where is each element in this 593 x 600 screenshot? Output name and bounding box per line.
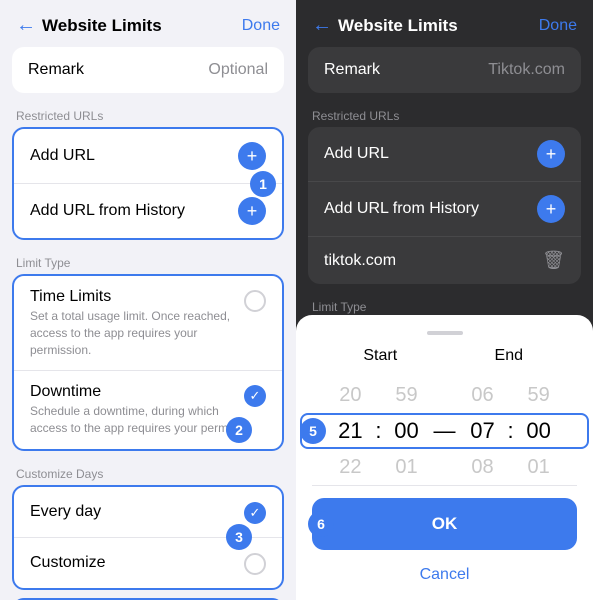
time-dash: —	[430, 413, 460, 449]
handle-bar	[427, 331, 463, 335]
right-add-url-row[interactable]: Add URL +	[308, 127, 581, 181]
start-hours-col[interactable]: 20 21 22	[327, 377, 373, 485]
left-limit-section: Time Limits Set a total usage limit. Onc…	[0, 274, 296, 451]
left-header-left: ← Website Limits	[16, 14, 162, 37]
left-time-limits-desc: Set a total usage limit. Once reached, a…	[30, 308, 244, 358]
right-remark-card: Remark Tiktok.com	[308, 47, 581, 93]
right-url-card: Add URL + Add URL from History + tiktok.…	[308, 127, 581, 284]
end-hours-below: 08	[460, 449, 506, 485]
ok-section: OK 6	[296, 498, 593, 550]
end-hours-col[interactable]: 06 07 08	[460, 377, 506, 485]
start-minutes-above: 59	[384, 377, 430, 413]
left-time-limits-title: Time Limits	[30, 288, 244, 306]
end-hours-above: 06	[460, 377, 506, 413]
time-picker-overlay: Start End 20 21 22 : 59 00 01 —	[296, 315, 593, 600]
left-done-button[interactable]: Done	[242, 17, 280, 35]
left-back-button[interactable]: ←	[16, 14, 36, 37]
right-panel: ← Website Limits Done Remark Tiktok.com …	[296, 0, 593, 600]
time-picker-header: Start End	[296, 347, 593, 377]
end-minutes-below: 01	[516, 449, 562, 485]
right-add-url-history-button[interactable]: +	[537, 195, 565, 223]
left-add-url-history-row[interactable]: Add URL from History +	[14, 183, 282, 238]
left-time-limits-header: Time Limits Set a total usage limit. Onc…	[30, 288, 266, 358]
start-hours-below: 22	[327, 449, 373, 485]
start-colon: :	[373, 413, 383, 449]
start-minutes-below: 01	[384, 449, 430, 485]
right-back-button[interactable]: ←	[312, 14, 332, 37]
left-header: ← Website Limits Done	[0, 0, 296, 47]
left-time-limits-row[interactable]: Time Limits Set a total usage limit. Onc…	[14, 276, 282, 370]
left-remark-row[interactable]: Remark Optional	[12, 47, 284, 93]
start-minutes-col[interactable]: 59 00 01	[384, 377, 430, 485]
end-minutes-above: 59	[516, 377, 562, 413]
left-add-url-text: Add URL	[30, 147, 95, 165]
left-remark-label: Remark	[28, 61, 84, 79]
left-every-day-check[interactable]: ✓	[244, 502, 266, 524]
left-add-url-button[interactable]: +	[238, 142, 266, 170]
end-colon: :	[506, 413, 516, 449]
left-days-section: Every day ✓ Customize 3	[0, 485, 296, 590]
left-panel: ← Website Limits Done Remark Optional Re…	[0, 0, 296, 600]
end-minutes-col[interactable]: 59 00 01	[516, 377, 562, 485]
left-add-url-history-text: Add URL from History	[30, 202, 185, 220]
left-time-limits-radio[interactable]	[244, 290, 266, 312]
step-badge-1: 1	[250, 171, 276, 197]
left-downtime-title: Downtime	[30, 383, 244, 401]
left-url-card: Add URL + Add URL from History +	[12, 127, 284, 240]
right-remark-label: Remark	[324, 61, 380, 79]
right-add-url-history-row[interactable]: Add URL from History +	[308, 181, 581, 236]
left-customize-text: Customize	[30, 554, 106, 572]
right-add-url-history-text: Add URL from History	[324, 200, 479, 218]
start-hours-above: 20	[327, 377, 373, 413]
left-customize-radio[interactable]	[244, 553, 266, 575]
time-picker-cols[interactable]: 20 21 22 : 59 00 01 — 06 07 08	[296, 377, 593, 485]
left-title: Website Limits	[42, 16, 162, 36]
start-hours-selected: 21	[327, 413, 373, 449]
left-add-url-history-button[interactable]: +	[238, 197, 266, 225]
right-tiktok-text: tiktok.com	[324, 252, 396, 270]
step-badge-5: 5	[300, 418, 326, 444]
right-title: Website Limits	[338, 16, 458, 36]
right-done-button[interactable]: Done	[539, 17, 577, 35]
right-remark-value: Tiktok.com	[488, 61, 565, 79]
left-time-limits-info: Time Limits Set a total usage limit. Onc…	[30, 288, 244, 358]
start-label: Start	[316, 347, 445, 365]
ok-button[interactable]: OK	[312, 498, 577, 550]
right-header: ← Website Limits Done	[296, 0, 593, 47]
left-remark-card: Remark Optional	[12, 47, 284, 93]
right-add-url-button[interactable]: +	[537, 140, 565, 168]
left-remark-value: Optional	[208, 61, 268, 79]
left-add-url-row[interactable]: Add URL +	[14, 129, 282, 183]
left-url-section: Add URL + Add URL from History + 1	[0, 127, 296, 240]
right-tiktok-row[interactable]: tiktok.com 🗑	[308, 236, 581, 284]
step-badge-2: 2	[226, 417, 252, 443]
right-trash-icon[interactable]: 🗑	[542, 250, 565, 271]
cancel-button[interactable]: Cancel	[296, 558, 593, 600]
left-downtime-desc: Schedule a downtime, during which access…	[30, 403, 244, 437]
right-remark-row[interactable]: Remark Tiktok.com	[308, 47, 581, 93]
right-header-left: ← Website Limits	[312, 14, 458, 37]
right-add-url-text: Add URL	[324, 145, 389, 163]
right-restricted-urls-label: Restricted URLs	[296, 101, 593, 127]
left-customize-days-label: Customize Days	[0, 459, 296, 485]
left-limit-type-label: Limit Type	[0, 248, 296, 274]
step-badge-3: 3	[226, 524, 252, 550]
left-restricted-urls-label: Restricted URLs	[0, 101, 296, 127]
time-picker-columns-wrapper: 20 21 22 : 59 00 01 — 06 07 08	[296, 377, 593, 485]
end-minutes-selected: 00	[516, 413, 562, 449]
end-label: End	[445, 347, 574, 365]
left-downtime-check[interactable]: ✓	[244, 385, 266, 407]
left-downtime-info: Downtime Schedule a downtime, during whi…	[30, 383, 244, 437]
left-every-day-text: Every day	[30, 503, 101, 521]
start-minutes-selected: 00	[384, 413, 430, 449]
step-badge-6: 6	[308, 511, 334, 537]
end-hours-selected: 07	[460, 413, 506, 449]
picker-divider	[312, 485, 577, 486]
